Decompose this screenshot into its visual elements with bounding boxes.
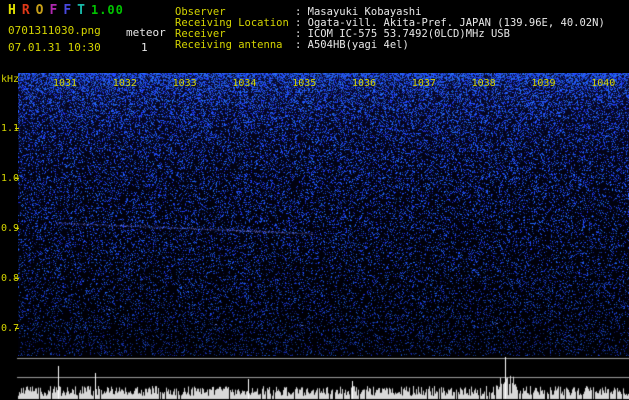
info-label: Receiving antenna (175, 39, 283, 51)
time-tick-label: 1034 (232, 78, 257, 89)
frequency-tick-label: 0.7 (1, 323, 20, 334)
frequency-tick-label: 0.9 (1, 223, 20, 234)
logo-letter: H (8, 3, 22, 18)
spectrogram-canvas (18, 73, 629, 356)
time-tick-label: 1035 (292, 78, 317, 89)
app-logo: HROFFT1.00 (8, 3, 124, 18)
hrofft-output-image: HROFFT1.00 0701311030.png meteor 07.01.3… (0, 0, 629, 400)
time-tick-label: 1031 (53, 78, 78, 89)
meteor-count: 1 (141, 41, 148, 54)
time-tick-label: 1033 (172, 78, 197, 89)
frequency-tick-label: 0.8 (1, 273, 20, 284)
output-filename: 0701311030.png (8, 24, 101, 37)
logo-letter: F (63, 3, 78, 18)
time-tick-label: 1037 (411, 78, 436, 89)
logo-letter: F (49, 3, 64, 18)
logo-letter: O (35, 3, 50, 18)
observation-datetime: 07.01.31 10:30 (8, 41, 101, 54)
app-logo-letters: HROFFT (8, 3, 91, 18)
logo-letter: T (77, 3, 91, 18)
observation-mode-label: meteor (126, 26, 166, 39)
time-tick-label: 1038 (471, 78, 496, 89)
time-tick-label: 1036 (352, 78, 377, 89)
info-value: A504HB(yagi 4el) (307, 39, 409, 51)
logo-letter: R (21, 3, 36, 18)
station-info-row: Receiving antenna: A504HB(yagi 4el) (175, 40, 605, 51)
time-tick-label: 1039 (531, 78, 556, 89)
info-colon: : (295, 39, 308, 51)
time-axis-labels: 1031 1032 1033 1034 1035 1036 1037 1038 1039 1040 (0, 78, 629, 90)
app-version: 1.00 (90, 3, 124, 17)
frequency-tick-label: 1.1 (1, 123, 20, 134)
time-tick-label: 1032 (112, 78, 137, 89)
time-tick-label: 1040 (591, 78, 616, 89)
station-info-block: Observer: Masayuki Kobayashi Receiving Lo… (175, 7, 605, 51)
frequency-tick-label: 1.0 (1, 173, 20, 184)
signal-level-strip-canvas (0, 356, 629, 400)
